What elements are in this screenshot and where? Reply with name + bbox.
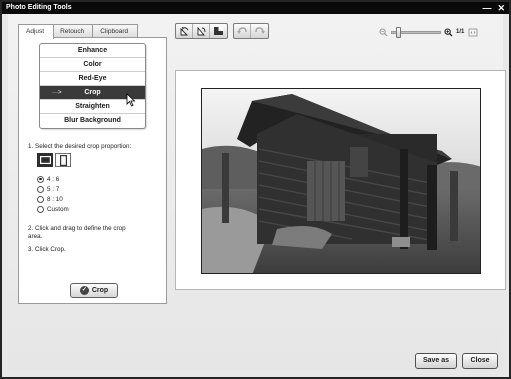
radio-label: Custom	[47, 205, 69, 213]
proportion-8-10[interactable]: 8 : 10	[37, 194, 69, 204]
rotate-right-button[interactable]	[193, 24, 210, 38]
radio-label: 4 : 6	[47, 175, 60, 183]
fit-screen-icon[interactable]	[468, 28, 478, 37]
tab-retouch[interactable]: Retouch	[52, 24, 95, 38]
mouse-pointer-icon	[126, 93, 136, 107]
checkmark-icon: ✓	[79, 286, 89, 295]
landscape-orientation-button[interactable]	[37, 153, 53, 167]
proportion-5-7[interactable]: 5 : 7	[37, 184, 69, 194]
adjust-panel: Enhance Color Red-Eye ···> Crop Straight…	[18, 37, 167, 304]
adjust-menu: Enhance Color Red-Eye ···> Crop Straight…	[39, 43, 146, 129]
menu-item-label: Enhance	[77, 47, 108, 54]
undo-button[interactable]	[234, 24, 251, 38]
menu-item-label: Crop	[84, 89, 101, 96]
undo-icon	[237, 27, 247, 34]
crop-button-label: Crop	[91, 287, 109, 294]
radio-button[interactable]	[37, 185, 44, 193]
close-icon[interactable]: ✕	[497, 2, 505, 14]
photo-image	[202, 89, 480, 273]
proportion-4-6[interactable]: 4 : 6	[37, 174, 69, 184]
redo-icon	[254, 27, 265, 34]
image-toolbar	[175, 23, 269, 39]
portrait-icon	[59, 154, 67, 166]
crop-step-2: 2. Click and drag to define the crop are…	[28, 225, 126, 240]
menu-item-red-eye[interactable]: Red-Eye	[40, 72, 145, 86]
radio-button[interactable]	[37, 205, 44, 213]
zoom-slider-thumb[interactable]	[396, 26, 401, 38]
close-button[interactable]: Close	[462, 353, 498, 369]
menu-item-label: Red-Eye	[78, 75, 107, 82]
rotate-group	[175, 23, 228, 39]
landscape-icon	[39, 156, 51, 164]
radio-label: 5 : 7	[47, 185, 60, 193]
crop-button[interactable]: ✓ Crop	[70, 283, 118, 298]
orientation-toggle	[37, 153, 71, 167]
menu-item-blur-background[interactable]: Blur Background	[40, 114, 145, 128]
menu-item-enhance[interactable]: Enhance	[40, 44, 145, 58]
tab-adjust[interactable]: Adjust	[18, 24, 55, 39]
crop-step-3: 3. Click Crop.	[28, 246, 66, 253]
photo-canvas[interactable]	[201, 88, 481, 274]
rotate-left-button[interactable]	[176, 24, 193, 38]
compare-button[interactable]	[210, 24, 227, 38]
menu-item-label: Straighten	[75, 103, 110, 110]
menu-item-label: Blur Background	[64, 117, 121, 124]
rotate-left-icon	[180, 26, 188, 36]
proportion-options: 4 : 6 5 : 7 8 : 10 Custom	[37, 174, 69, 214]
zoom-slider-track[interactable]	[391, 26, 441, 38]
menu-item-label: Color	[83, 61, 102, 68]
save-as-button[interactable]: Save as	[415, 353, 457, 369]
tool-tabs: Adjust Retouch Clipboard	[18, 24, 139, 39]
redo-button[interactable]	[251, 24, 268, 38]
window-title: Photo Editing Tools	[6, 4, 72, 11]
history-group	[233, 23, 269, 39]
radio-button[interactable]	[37, 195, 44, 203]
rotate-right-icon	[197, 26, 205, 36]
compare-icon	[214, 27, 223, 35]
zoom-level-label: 1/1	[456, 29, 465, 35]
minimize-icon[interactable]: —	[482, 2, 491, 14]
radio-label: 8 : 10	[47, 195, 63, 203]
zoom-out-icon[interactable]	[379, 28, 388, 37]
title-bar: Photo Editing Tools — ✕	[2, 2, 509, 14]
tab-clipboard[interactable]: Clipboard	[92, 24, 139, 38]
zoom-control: 1/1	[379, 26, 478, 38]
proportion-custom[interactable]: Custom	[37, 204, 69, 214]
zoom-in-icon[interactable]	[444, 27, 453, 37]
selected-arrow-icon: ···>	[52, 90, 62, 96]
menu-item-color[interactable]: Color	[40, 58, 145, 72]
crop-step-1: 1. Select the desired crop proportion:	[28, 143, 132, 150]
radio-button[interactable]	[37, 175, 44, 183]
portrait-orientation-button[interactable]	[55, 153, 71, 167]
